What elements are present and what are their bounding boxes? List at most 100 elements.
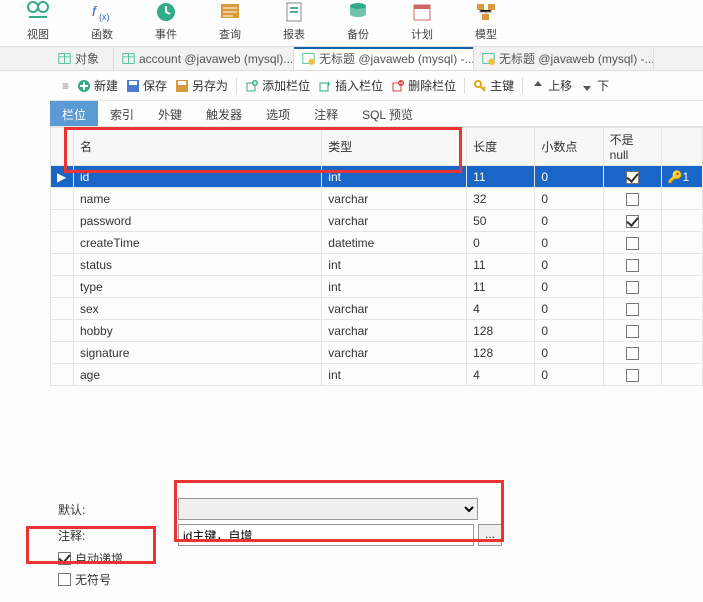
auto-increment-checkbox[interactable] bbox=[58, 552, 71, 565]
cell-type[interactable]: int bbox=[322, 166, 467, 188]
table-row[interactable]: ageint40 bbox=[51, 364, 703, 386]
event-button[interactable]: 事件 bbox=[144, 0, 188, 42]
cell-dec[interactable]: 0 bbox=[535, 320, 603, 342]
cell-nn[interactable] bbox=[603, 166, 661, 188]
comment-input[interactable] bbox=[178, 524, 474, 546]
cell-dec[interactable]: 0 bbox=[535, 166, 603, 188]
notnull-checkbox[interactable] bbox=[626, 193, 639, 206]
cell-name[interactable]: password bbox=[74, 210, 322, 232]
cell-dec[interactable]: 0 bbox=[535, 276, 603, 298]
report-button[interactable]: 报表 bbox=[272, 0, 316, 42]
move-up-button[interactable]: 上移 bbox=[531, 77, 572, 94]
cell-type[interactable]: varchar bbox=[322, 342, 467, 364]
view-button[interactable]: 视图 bbox=[16, 0, 60, 42]
primary-key-button[interactable]: 主键 bbox=[473, 77, 514, 94]
unsigned-checkbox[interactable] bbox=[58, 573, 71, 586]
cell-type[interactable]: int bbox=[322, 276, 467, 298]
cell-dec[interactable]: 0 bbox=[535, 188, 603, 210]
cell-name[interactable]: createTime bbox=[74, 232, 322, 254]
cell-dec[interactable]: 0 bbox=[535, 364, 603, 386]
tab-fk[interactable]: 外键 bbox=[146, 101, 194, 126]
cell-len[interactable]: 32 bbox=[467, 188, 535, 210]
cell-type[interactable]: int bbox=[322, 254, 467, 276]
cell-type[interactable]: varchar bbox=[322, 298, 467, 320]
tab-objects[interactable]: 对象 bbox=[50, 47, 114, 70]
cell-len[interactable]: 50 bbox=[467, 210, 535, 232]
table-row[interactable]: createTimedatetime00 bbox=[51, 232, 703, 254]
cell-name[interactable]: hobby bbox=[74, 320, 322, 342]
col-len-header[interactable]: 长度 bbox=[467, 128, 535, 166]
cell-nn[interactable] bbox=[603, 364, 661, 386]
tab-untitled-1[interactable]: 无标题 @javaweb (mysql) -... bbox=[294, 47, 474, 70]
cell-pk[interactable] bbox=[661, 342, 702, 364]
cell-type[interactable]: datetime bbox=[322, 232, 467, 254]
cell-nn[interactable] bbox=[603, 254, 661, 276]
cell-name[interactable]: type bbox=[74, 276, 322, 298]
cell-len[interactable]: 11 bbox=[467, 276, 535, 298]
cell-nn[interactable] bbox=[603, 342, 661, 364]
table-row[interactable]: passwordvarchar500 bbox=[51, 210, 703, 232]
cell-pk[interactable] bbox=[661, 210, 702, 232]
cell-name[interactable]: age bbox=[74, 364, 322, 386]
cell-name[interactable]: sex bbox=[74, 298, 322, 320]
notnull-checkbox[interactable] bbox=[626, 281, 639, 294]
col-name-header[interactable]: 名 bbox=[74, 128, 322, 166]
cell-len[interactable]: 11 bbox=[467, 166, 535, 188]
cell-nn[interactable] bbox=[603, 320, 661, 342]
move-down-button[interactable]: 下 bbox=[580, 77, 609, 94]
table-row[interactable]: sexvarchar40 bbox=[51, 298, 703, 320]
tab-sql[interactable]: SQL 预览 bbox=[350, 101, 425, 126]
cell-nn[interactable] bbox=[603, 276, 661, 298]
col-pk-header[interactable] bbox=[661, 128, 702, 166]
table-row[interactable]: ▶idint110🔑1 bbox=[51, 166, 703, 188]
model-button[interactable]: 模型 bbox=[464, 0, 508, 42]
cell-name[interactable]: status bbox=[74, 254, 322, 276]
notnull-checkbox[interactable] bbox=[626, 237, 639, 250]
new-button[interactable]: 新建 bbox=[77, 77, 118, 94]
cell-pk[interactable] bbox=[661, 320, 702, 342]
cell-len[interactable]: 11 bbox=[467, 254, 535, 276]
save-button[interactable]: 保存 bbox=[126, 77, 167, 94]
notnull-checkbox[interactable] bbox=[626, 325, 639, 338]
cell-pk[interactable] bbox=[661, 276, 702, 298]
cell-type[interactable]: varchar bbox=[322, 320, 467, 342]
columns-grid[interactable]: 名 类型 长度 小数点 不是 null ▶idint110🔑1namevarch… bbox=[50, 127, 703, 386]
table-row[interactable]: namevarchar320 bbox=[51, 188, 703, 210]
notnull-checkbox[interactable] bbox=[626, 215, 639, 228]
cell-type[interactable]: varchar bbox=[322, 210, 467, 232]
cell-dec[interactable]: 0 bbox=[535, 254, 603, 276]
cell-type[interactable]: int bbox=[322, 364, 467, 386]
cell-dec[interactable]: 0 bbox=[535, 232, 603, 254]
cell-pk[interactable] bbox=[661, 364, 702, 386]
cell-dec[interactable]: 0 bbox=[535, 342, 603, 364]
table-row[interactable]: signaturevarchar1280 bbox=[51, 342, 703, 364]
cell-len[interactable]: 128 bbox=[467, 320, 535, 342]
tab-trigger[interactable]: 触发器 bbox=[194, 101, 254, 126]
notnull-checkbox[interactable] bbox=[626, 303, 639, 316]
cell-len[interactable]: 0 bbox=[467, 232, 535, 254]
cell-name[interactable]: signature bbox=[74, 342, 322, 364]
col-type-header[interactable]: 类型 bbox=[322, 128, 467, 166]
cell-nn[interactable] bbox=[603, 232, 661, 254]
tab-untitled-2[interactable]: 无标题 @javaweb (mysql) -... bbox=[474, 47, 654, 70]
delete-column-button[interactable]: 删除栏位 bbox=[391, 77, 456, 94]
add-column-button[interactable]: 添加栏位 bbox=[245, 77, 310, 94]
tab-account[interactable]: account @javaweb (mysql)... bbox=[114, 47, 294, 70]
col-dec-header[interactable]: 小数点 bbox=[535, 128, 603, 166]
notnull-checkbox[interactable] bbox=[626, 259, 639, 272]
saveas-button[interactable]: 另存为 bbox=[175, 77, 228, 94]
cell-len[interactable]: 4 bbox=[467, 298, 535, 320]
query-button[interactable]: 查询 bbox=[208, 0, 252, 42]
cell-name[interactable]: name bbox=[74, 188, 322, 210]
function-button[interactable]: f(x) 函数 bbox=[80, 0, 124, 42]
notnull-checkbox[interactable] bbox=[626, 171, 639, 184]
cell-pk[interactable]: 🔑1 bbox=[661, 166, 702, 188]
cell-pk[interactable] bbox=[661, 188, 702, 210]
cell-dec[interactable]: 0 bbox=[535, 298, 603, 320]
tab-index[interactable]: 索引 bbox=[98, 101, 146, 126]
backup-button[interactable]: 备份 bbox=[336, 0, 380, 42]
table-row[interactable]: statusint110 bbox=[51, 254, 703, 276]
tab-options[interactable]: 选项 bbox=[254, 101, 302, 126]
cell-nn[interactable] bbox=[603, 298, 661, 320]
cell-len[interactable]: 4 bbox=[467, 364, 535, 386]
